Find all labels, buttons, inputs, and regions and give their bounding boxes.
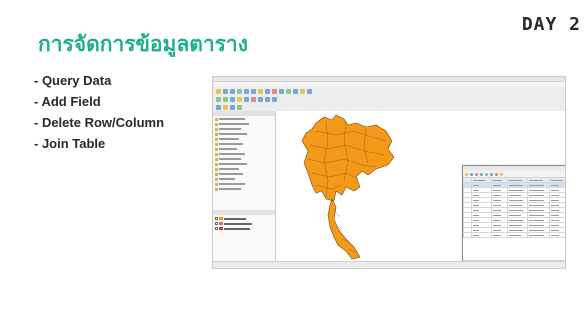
topic-list: - Query Data - Add Field - Delete Row/Co… <box>34 70 164 154</box>
label-icon <box>300 88 305 94</box>
qgis-side-panels <box>213 111 276 261</box>
merge-icon <box>230 104 235 110</box>
save-icon <box>223 88 228 94</box>
add-raster-icon <box>223 96 228 102</box>
node-icon <box>223 104 228 110</box>
zoom-in-icon <box>244 88 249 94</box>
topic-item: - Add Field <box>34 94 101 109</box>
save-edits-icon[interactable] <box>470 172 473 176</box>
toggle-edit-icon[interactable] <box>465 172 468 176</box>
topic-item: - Join Table <box>34 136 106 151</box>
field-calculator-icon <box>293 88 298 94</box>
map-canvas[interactable] <box>276 111 565 267</box>
open-icon <box>216 88 221 94</box>
delete-field-icon[interactable] <box>495 172 498 176</box>
filter-icon[interactable] <box>485 172 488 176</box>
slide: การจัดการข้อมูลตาราง DAY 2 - Query Data … <box>0 0 587 335</box>
zoom-out-icon <box>251 88 256 94</box>
thailand-provinces-shape <box>301 114 395 260</box>
day-label: DAY 2 <box>521 14 581 35</box>
attribute-grid <box>463 177 565 238</box>
slide-title: การจัดการข้อมูลตาราง <box>38 32 248 56</box>
select-expression-icon[interactable] <box>480 172 483 176</box>
topic-item: - Delete Row/Column <box>34 115 165 130</box>
layers-panel <box>213 215 275 261</box>
pan-icon <box>237 88 242 94</box>
digitize-icon <box>244 96 249 102</box>
qgis-screenshot <box>212 76 566 269</box>
cut-icon <box>258 96 263 102</box>
measure-icon <box>279 88 284 94</box>
attribute-table-icon <box>286 88 291 94</box>
identify-icon <box>258 88 263 94</box>
qgis-toolbar <box>213 87 565 95</box>
qgis-status-bar <box>213 261 565 268</box>
qgis-body <box>213 111 565 267</box>
split-icon <box>237 104 242 110</box>
qgis-toolbar-3 <box>213 103 565 111</box>
snap-icon <box>216 104 221 110</box>
print-icon <box>230 88 235 94</box>
add-db-icon <box>230 96 235 102</box>
browser-panel <box>213 116 275 210</box>
deselect-icon <box>272 88 277 94</box>
topic-item: - Query Data <box>34 73 112 88</box>
delete-feature-icon[interactable] <box>475 172 478 176</box>
qgis-toolbar-2 <box>213 95 565 103</box>
attribute-table-window[interactable] <box>462 165 565 267</box>
field-calc-icon[interactable] <box>500 172 503 176</box>
copy-icon <box>265 96 270 102</box>
new-field-icon[interactable] <box>490 172 493 176</box>
select-icon <box>265 88 270 94</box>
python-icon <box>307 88 312 94</box>
paste-icon <box>272 96 277 102</box>
edit-icon <box>237 96 242 102</box>
add-layer-icon <box>216 96 221 102</box>
delete-icon <box>251 96 256 102</box>
